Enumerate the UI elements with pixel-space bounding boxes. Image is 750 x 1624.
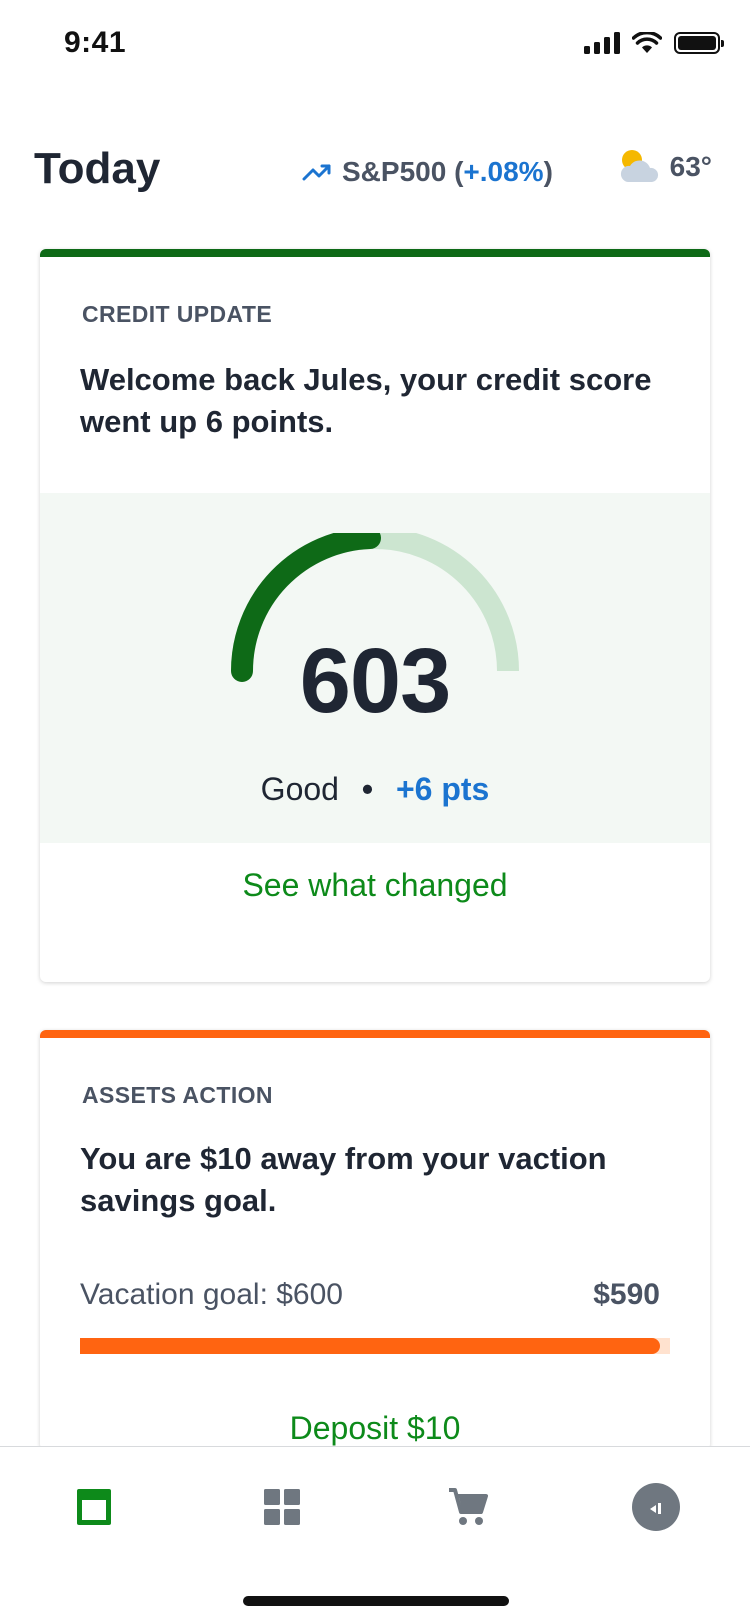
- home-indicator[interactable]: [243, 1596, 509, 1606]
- weather-widget[interactable]: 63°: [618, 148, 712, 186]
- tab-today[interactable]: [64, 1477, 124, 1537]
- cart-icon: [449, 1488, 488, 1525]
- see-what-changed-link[interactable]: See what changed: [40, 867, 710, 904]
- credit-score-delta: +6 pts: [395, 771, 490, 807]
- status-icons: [584, 32, 724, 54]
- battery-icon: [674, 32, 724, 54]
- tab-profile[interactable]: [626, 1477, 686, 1537]
- page-title: Today: [34, 144, 161, 193]
- goal-current-amount: $590: [593, 1278, 660, 1311]
- partly-cloudy-icon: [620, 150, 658, 182]
- profile-icon: [632, 1483, 680, 1531]
- credit-card-headline: Welcome back Jules, your credit score we…: [80, 362, 652, 439]
- status-bar: 9:41: [0, 0, 750, 92]
- assets-action-card: ASSETS ACTION You are $10 away from your…: [40, 1030, 710, 1450]
- market-label: S&P500: [342, 156, 447, 187]
- assets-card-eyebrow: ASSETS ACTION: [82, 1082, 273, 1108]
- credit-score-meta: Good • +6 pts: [40, 771, 710, 808]
- cellular-signal-icon: [584, 32, 620, 54]
- grid-icon: [264, 1489, 300, 1525]
- assets-card-headline: You are $10 away from your vaction savin…: [80, 1141, 607, 1218]
- market-ticker[interactable]: S&P500 (+.08%): [302, 156, 553, 188]
- goal-label: Vacation goal: $600: [80, 1278, 343, 1311]
- credit-rating: Good: [260, 771, 339, 807]
- today-card-icon: [77, 1489, 111, 1525]
- status-time: 9:41: [64, 26, 127, 59]
- wifi-icon: [632, 32, 662, 53]
- market-change: +.08%: [463, 156, 544, 187]
- credit-card-eyebrow: CREDIT UPDATE: [82, 301, 273, 327]
- market-close-paren: ): [543, 156, 553, 187]
- market-open-paren: (: [454, 156, 464, 187]
- meta-separator: •: [361, 771, 374, 807]
- goal-row: Vacation goal: $600 $590: [80, 1278, 660, 1312]
- credit-update-card: CREDIT UPDATE Welcome back Jules, your c…: [40, 249, 710, 982]
- trending-up-icon: [302, 164, 331, 181]
- weather-temperature: 63°: [669, 151, 712, 182]
- tab-shop[interactable]: [438, 1477, 498, 1537]
- goal-progress-bar: [80, 1338, 670, 1354]
- goal-progress-fill: [80, 1338, 661, 1354]
- credit-score-value: 603: [299, 630, 452, 732]
- page-header: Today S&P500 (+.08%) 63°: [0, 140, 750, 200]
- deposit-button[interactable]: Deposit $10: [40, 1410, 710, 1447]
- tab-dashboard[interactable]: [252, 1477, 312, 1537]
- credit-score-panel: 603 Good • +6 pts: [40, 493, 710, 843]
